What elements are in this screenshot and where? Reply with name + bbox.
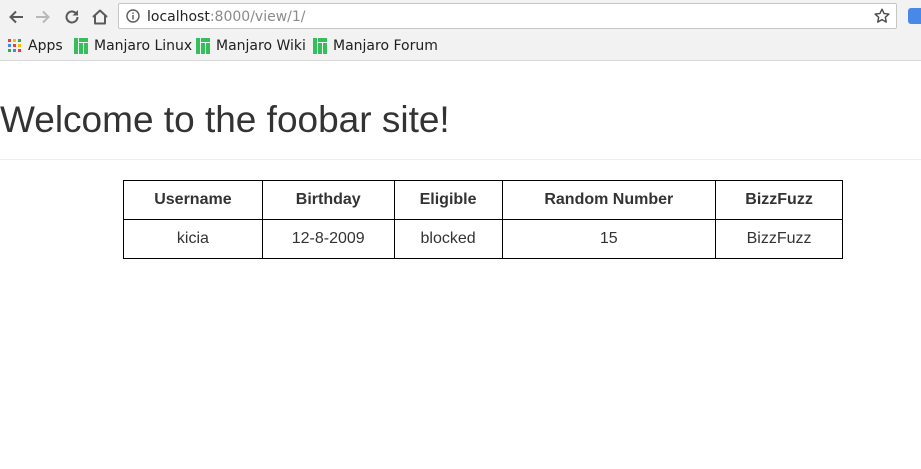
address-bar[interactable]: localhost:8000/view/1/ [118, 3, 897, 29]
cell-eligible: blocked [393, 219, 503, 259]
bookmark-label: Apps [28, 38, 63, 54]
page-title: Welcome to the foobar site! [0, 99, 450, 140]
cell-birthday: 12-8-2009 [261, 219, 395, 259]
data-table: Username Birthday Eligible Random Number… [123, 180, 843, 259]
bookmark-label: Manjaro Wiki [216, 38, 306, 54]
bookmarks-bar: Apps Manjaro Linux Manjaro Wiki Manjaro … [0, 33, 921, 61]
bookmark-manjaro-linux[interactable]: Manjaro Linux [74, 37, 192, 55]
divider [0, 159, 921, 160]
manjaro-icon [196, 38, 210, 54]
info-icon[interactable] [126, 9, 140, 23]
url-text[interactable]: localhost:8000/view/1/ [147, 9, 306, 25]
url-host: localhost [147, 9, 210, 25]
column-header-username: Username [123, 180, 263, 220]
back-button[interactable] [4, 5, 28, 29]
bookmark-label: Manjaro Forum [333, 38, 438, 54]
bookmark-star-icon[interactable] [874, 8, 890, 24]
arrow-right-icon [36, 10, 50, 24]
reload-icon [65, 10, 79, 24]
forward-button[interactable] [31, 5, 55, 29]
bookmark-apps[interactable]: Apps [8, 37, 63, 55]
column-header-bizzfuzz: BizzFuzz [715, 180, 843, 220]
home-button[interactable] [88, 5, 112, 29]
cell-random-number: 15 [501, 219, 717, 259]
reload-button[interactable] [60, 5, 84, 29]
bookmark-label: Manjaro Linux [94, 38, 193, 54]
table-row: kicia 12-8-2009 blocked 15 BizzFuzz [123, 219, 843, 259]
arrow-left-icon [9, 10, 23, 24]
column-header-eligible: Eligible [393, 180, 503, 220]
manjaro-icon [74, 38, 88, 54]
column-header-birthday: Birthday [261, 180, 395, 220]
table-header-row: Username Birthday Eligible Random Number… [123, 180, 843, 220]
manjaro-icon [313, 38, 327, 54]
browser-toolbar: localhost:8000/view/1/ [0, 0, 921, 33]
column-header-random-number: Random Number [501, 180, 717, 220]
cell-username: kicia [123, 219, 263, 259]
extension-icon[interactable] [908, 8, 921, 24]
home-icon [92, 9, 108, 25]
bookmark-manjaro-wiki[interactable]: Manjaro Wiki [196, 37, 306, 55]
bookmark-manjaro-forum[interactable]: Manjaro Forum [313, 37, 438, 55]
url-path: :8000/view/1/ [209, 9, 306, 25]
apps-grid-icon [8, 39, 22, 53]
cell-bizzfuzz: BizzFuzz [715, 219, 843, 259]
